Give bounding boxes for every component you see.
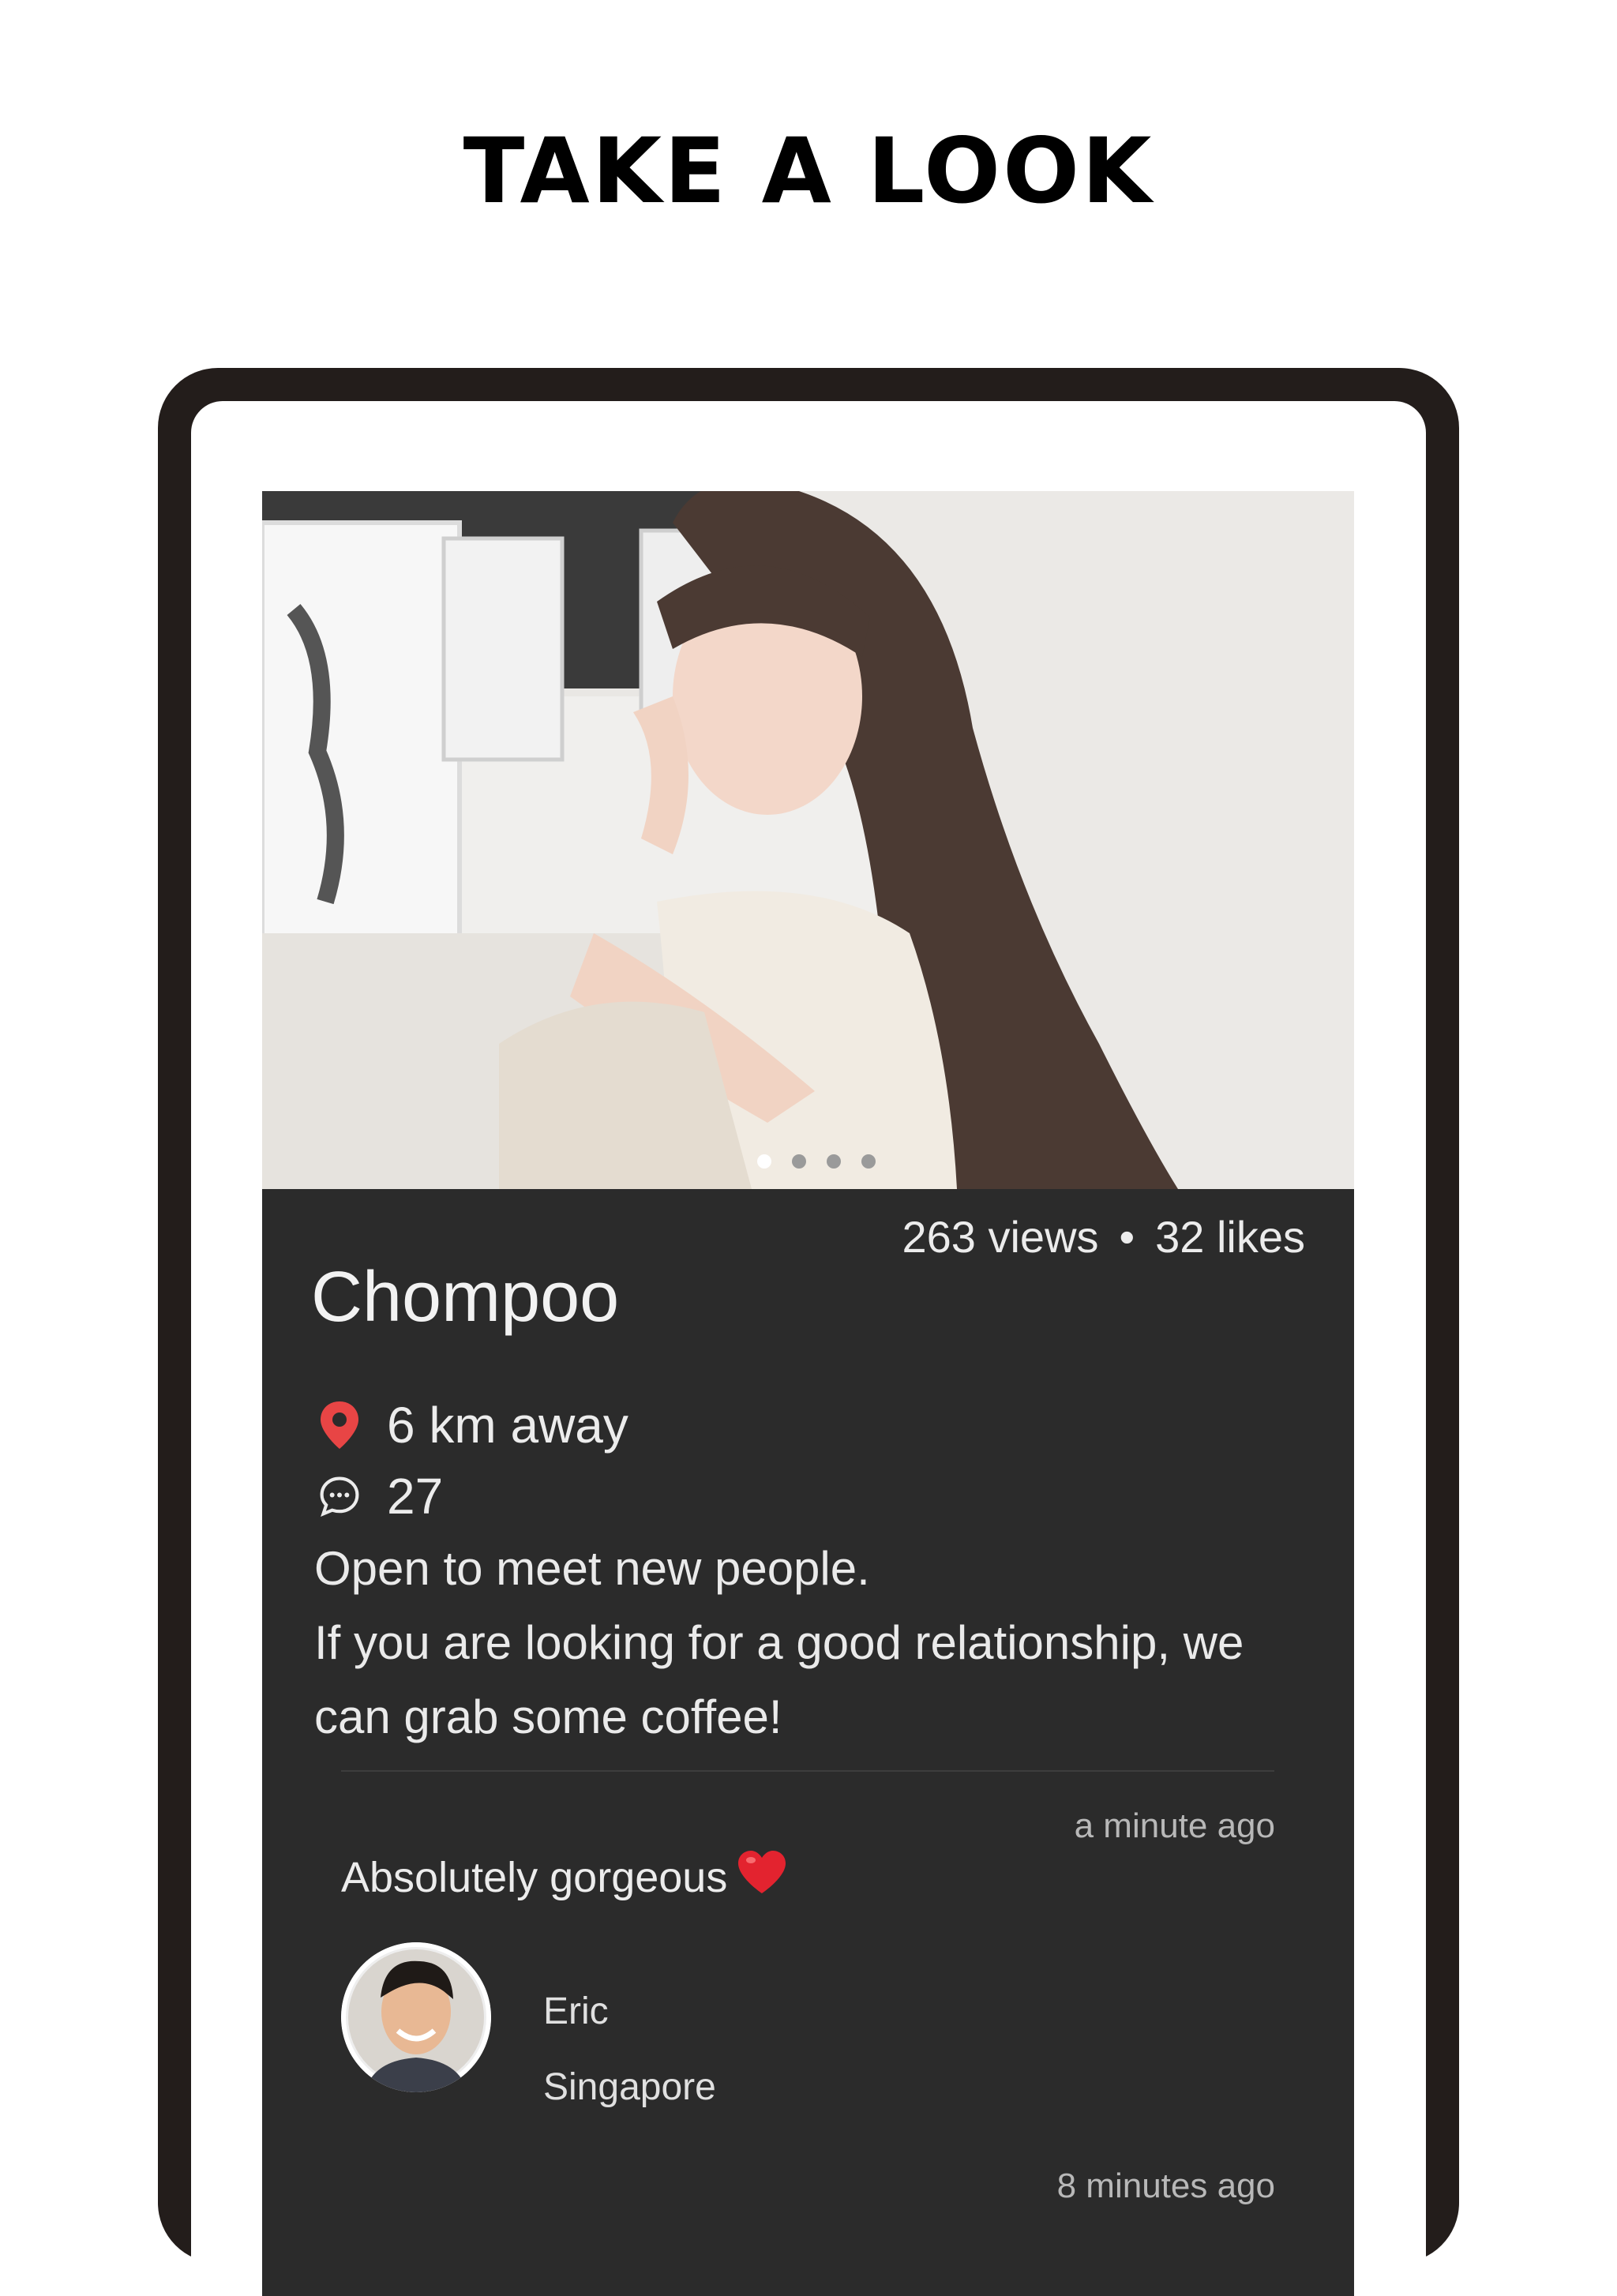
comment-body: Absolutely gorgeous (341, 1853, 728, 1901)
profile-stats: 263 views • 32 likes (902, 1211, 1305, 1262)
commenter-avatar[interactable] (341, 1942, 491, 2092)
bio-line-1: Open to meet new people. (314, 1542, 870, 1595)
stats-separator: • (1119, 1212, 1135, 1262)
photo-pagination[interactable] (262, 1154, 1354, 1169)
distance-row: 6 km away (317, 1396, 628, 1454)
profile-bio: Open to meet new people. If you are look… (314, 1532, 1309, 1754)
pagination-dot[interactable] (861, 1154, 876, 1169)
commenter-location: Singapore (543, 2066, 716, 2108)
views-count: 263 views (902, 1212, 1099, 1262)
headline: TAKE A LOOK (463, 118, 1154, 223)
pagination-dot[interactable] (791, 1154, 806, 1169)
location-pin-icon (317, 1401, 362, 1449)
section-divider (341, 1770, 1274, 1772)
likes-count: 32 likes (1155, 1212, 1305, 1262)
device-screen: 263 views • 32 likes Chompoo 6 km away 2… (191, 401, 1426, 2296)
device-frame: 263 views • 32 likes Chompoo 6 km away 2… (158, 368, 1459, 2296)
heart-icon (737, 1849, 787, 1905)
profile-photo[interactable] (262, 491, 1354, 1189)
bio-line-2: If you are looking for a good relationsh… (314, 1616, 1244, 1743)
pagination-dot[interactable] (826, 1154, 841, 1169)
next-comment-timestamp: 8 minutes ago (1056, 2167, 1275, 2205)
chat-bubble-icon (317, 1474, 362, 1518)
profile-name: Chompoo (311, 1258, 620, 1337)
comment-text: Absolutely gorgeous (341, 1849, 787, 1905)
profile-card: 263 views • 32 likes Chompoo 6 km away 2… (262, 491, 1354, 2296)
distance-text: 6 km away (387, 1397, 628, 1454)
commenter-name[interactable]: Eric (543, 1990, 609, 2033)
profile-photo-image (262, 491, 1354, 1189)
comment-timestamp: a minute ago (1074, 1806, 1275, 1845)
pagination-dot[interactable] (756, 1154, 771, 1169)
comments-count-row[interactable]: 27 (317, 1467, 443, 1525)
comments-count: 27 (387, 1468, 444, 1525)
